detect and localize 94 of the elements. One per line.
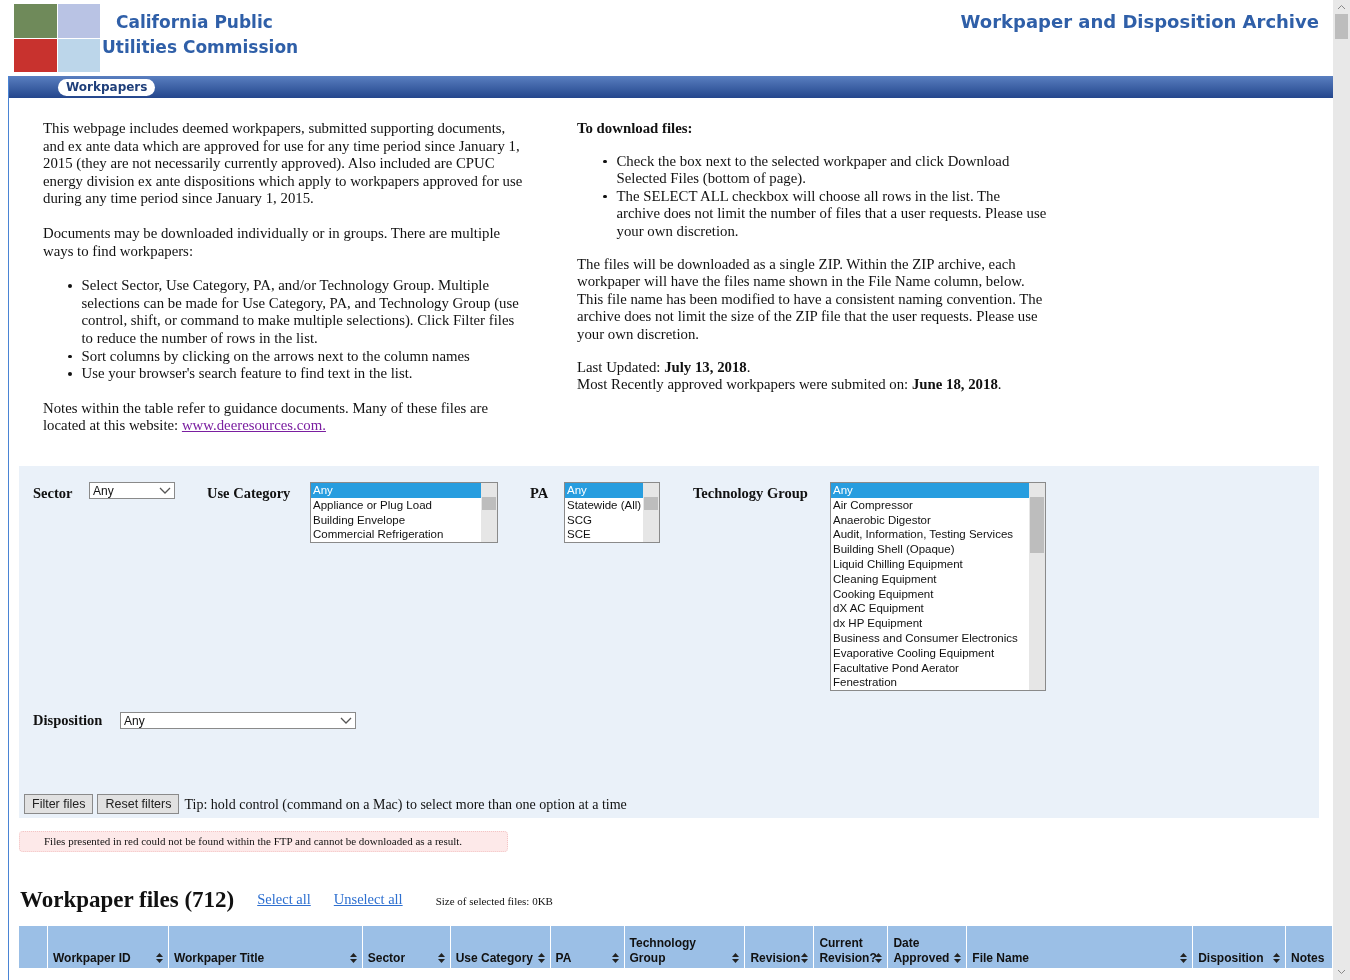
- selected-size-text: Size of selected files: 0KB: [435, 893, 553, 909]
- scrollbar[interactable]: [1029, 483, 1045, 691]
- sort-icon[interactable]: [437, 953, 445, 963]
- update-text: Most Recently approved workpapers were submited on: June 18, 2018.: [577, 376, 1003, 394]
- sort-icon[interactable]: [537, 953, 545, 963]
- scrollbar-thumb[interactable]: [482, 497, 496, 510]
- column-header[interactable]: Date Approved: [888, 926, 968, 968]
- instruction-text: Use your browser's search feature to find text in the list.: [81, 365, 413, 383]
- column-header[interactable]: PA: [550, 926, 625, 968]
- list-option[interactable]: dx HP Equipment: [831, 616, 1029, 631]
- list-box[interactable]: Any Statewide (All) SCG SCE: [564, 482, 660, 544]
- sort-icon[interactable]: [954, 953, 962, 963]
- scrollbar-drawing[interactable]: [1333, 0, 1350, 980]
- filter-button[interactable]: Reset filters: [97, 794, 180, 815]
- filter-label: Use Category: [207, 484, 292, 503]
- list-option[interactable]: Building Shell (Opaque): [831, 542, 1029, 557]
- list-option[interactable]: Evaporative Cooling Equipment: [831, 645, 1029, 661]
- download-heading: To download files:: [577, 120, 694, 138]
- dropdown-select[interactable]: Any: [89, 482, 175, 499]
- photo-placeholder: [57, 4, 100, 38]
- list-option[interactable]: SCE: [565, 527, 643, 543]
- filter-label: PA: [530, 484, 550, 503]
- dropdown-select[interactable]: Any: [120, 712, 356, 730]
- list-option[interactable]: Cooking Equipment: [831, 586, 1029, 602]
- notice-banner: Files presented in red could not be found within the FTP and cannot be downloaded as a result.: [19, 831, 508, 852]
- sort-icon[interactable]: [732, 953, 740, 963]
- org-name: California Public: [115, 11, 274, 34]
- list-option[interactable]: Cleaning Equipment: [831, 571, 1029, 587]
- column-header[interactable]: Use Category: [450, 926, 551, 968]
- intro-paragraph: This webpage includes deemed workpapers, submitted supporting documents, and ex ante data which are approved for use for any time period since January 1, 2015 (they are not necessarily currently approved). Also included are CPUC energy division ex ante dispositions which apply to workpapers approved for use during any time period since January 1, 2015.: [43, 120, 524, 208]
- list-option[interactable]: Fenestration: [831, 675, 1029, 691]
- unselect-all-link[interactable]: Unselect all: [333, 889, 403, 911]
- photo-placeholder: [14, 38, 57, 72]
- files-heading: Workpaper files (712): [20, 887, 235, 913]
- bullet-icon: [68, 354, 72, 359]
- filter-label: Technology Group: [693, 484, 809, 503]
- list-box[interactable]: Any Appliance or Plug Load Building Envelope Commercial Refrigeration: [310, 482, 498, 544]
- filter-button[interactable]: Filter files: [24, 794, 94, 815]
- column-header[interactable]: Revision: [745, 926, 815, 968]
- chevron-down-icon: [159, 486, 171, 495]
- sort-icon[interactable]: [1180, 953, 1188, 963]
- list-option[interactable]: SCG: [565, 512, 643, 528]
- notes-paragraph: Notes within the table refer to guidance documents. Many of these files are located at this website: www.deeresources.com.: [43, 399, 489, 435]
- bullet-icon: [603, 194, 607, 199]
- instruction-text: The SELECT ALL checkbox will choose all rows in the list. The archive does not limit the number of files that a user requests. Please use your own discretion.: [616, 187, 1047, 241]
- list-option[interactable]: Facultative Pond Aerator: [831, 660, 1029, 676]
- scrollbar[interactable]: [643, 483, 659, 543]
- scrollbar-thumb[interactable]: [644, 497, 658, 510]
- instruction-text: Select Sector, Use Category, PA, and/or Technology Group. Multiple selections can be made for Use Category, PA, and Technology Group (use control, shift, or command to make multiple selections). Click Filter files to reduce the number of rows in the list.: [81, 277, 520, 348]
- download-paragraph: The files will be downloaded as a single ZIP. Within the ZIP archive, each workpaper will have the files name shown in the File Name column, below. This file name has been modified to have a consistent naming convention. The archive does not limit the size of the ZIP file that the user requests. Please use your own discretion.: [577, 255, 1044, 344]
- column-header[interactable]: Disposition: [1193, 926, 1287, 968]
- update-text: Last Updated: July 13, 2018.: [577, 358, 752, 377]
- photo-placeholder: [14, 4, 57, 38]
- list-option[interactable]: Anaerobic Digestor: [831, 512, 1029, 528]
- list-option[interactable]: dX AC Equipment: [831, 601, 1029, 617]
- list-option[interactable]: Building Envelope: [311, 512, 481, 528]
- column-header[interactable]: Technology Group: [624, 926, 746, 968]
- column-header[interactable]: Current Revision?: [814, 926, 889, 968]
- tip-text: Tip: hold control (command on a Mac) to select more than one option at a time: [184, 795, 627, 814]
- filter-label: Disposition: [33, 711, 104, 730]
- list-option[interactable]: Business and Consumer Electronics: [831, 630, 1029, 646]
- list-option[interactable]: Commercial Refrigeration: [311, 527, 481, 543]
- list-option[interactable]: Air Compressor: [831, 497, 1029, 513]
- archive-title: Workpaper and Disposition Archive: [960, 10, 1319, 34]
- chevron-down-icon: [340, 716, 352, 725]
- list-option[interactable]: Appliance or Plug Load: [311, 497, 481, 513]
- sort-icon[interactable]: [611, 953, 619, 963]
- column-header[interactable]: Workpaper Title: [168, 926, 363, 968]
- filter-label: Sector: [33, 484, 74, 503]
- instruction-text: Check the box next to the selected workpaper and click Download Selected Files (bottom of page).: [616, 152, 1011, 188]
- website-link[interactable]: www.deeresources.com.: [181, 417, 326, 434]
- column-header[interactable]: File Name: [967, 926, 1194, 968]
- list-option[interactable]: Audit, Information, Testing Services: [831, 527, 1029, 543]
- sort-icon[interactable]: [349, 953, 357, 963]
- photo-placeholder: [57, 38, 100, 72]
- sort-icon[interactable]: [875, 953, 883, 963]
- sort-icon[interactable]: [801, 953, 809, 963]
- list-option[interactable]: Statewide (All): [565, 497, 643, 513]
- sort-icon[interactable]: [155, 953, 163, 963]
- instruction-text: Sort columns by clicking on the arrows next to the column names: [81, 347, 470, 366]
- org-name: Utilities Commission: [101, 36, 299, 59]
- list-option[interactable]: Liquid Chilling Equipment: [831, 557, 1029, 572]
- nav-tab[interactable]: Workpapers: [58, 78, 156, 96]
- bullet-icon: [68, 284, 72, 288]
- select-all-link[interactable]: Select all: [257, 889, 311, 911]
- sort-icon[interactable]: [1273, 953, 1281, 963]
- scrollbar[interactable]: [481, 483, 497, 543]
- column-header[interactable]: Workpaper ID: [48, 926, 169, 968]
- column-header[interactable]: Sector: [362, 926, 451, 968]
- list-box[interactable]: [830, 482, 1046, 692]
- bullet-icon: [68, 372, 72, 376]
- bullet-icon: [603, 159, 607, 164]
- intro-paragraph: Documents may be downloaded individually or in groups. There are multiple ways to find workpapers:: [43, 224, 502, 261]
- scrollbar-thumb[interactable]: [1030, 497, 1044, 553]
